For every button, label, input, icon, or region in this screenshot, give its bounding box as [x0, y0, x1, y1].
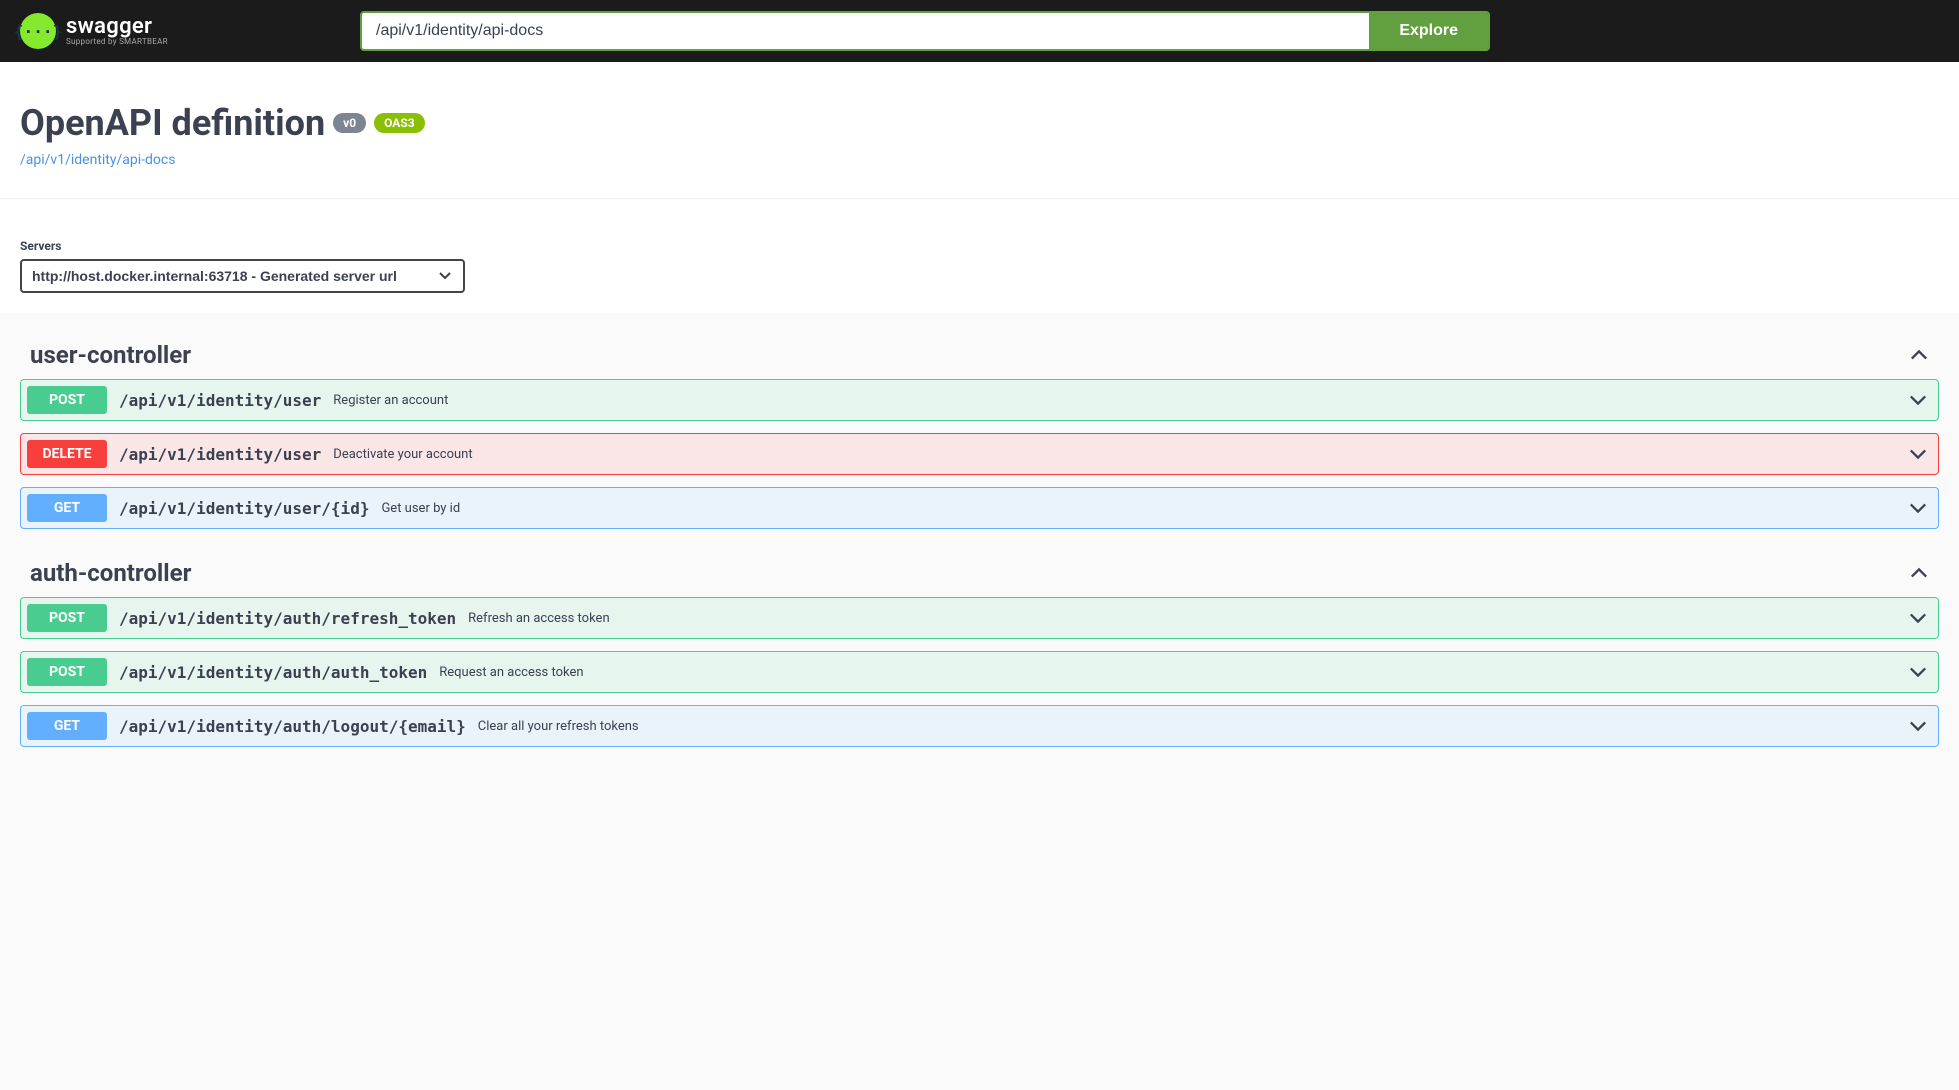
tag-name: user-controller — [30, 341, 191, 369]
oas-badge: OAS3 — [374, 113, 425, 133]
chevron-down-icon — [1908, 498, 1928, 518]
operation-summary[interactable]: DELETE/api/v1/identity/user Deactivate yo… — [21, 434, 1938, 474]
servers-block: Servers http://host.docker.internal:6371… — [0, 199, 1959, 313]
info-section: OpenAPI definition v0 OAS3 /api/v1/ident… — [0, 62, 1959, 199]
operation-description: Get user by id — [381, 501, 460, 516]
http-method-badge: POST — [27, 386, 107, 414]
logo-text-main: swagger — [66, 15, 168, 38]
http-method-badge: GET — [27, 494, 107, 522]
topbar: {···} swagger Supported by SMARTBEAR Exp… — [0, 0, 1959, 62]
operation-block: POST/api/v1/identity/auth/refresh_token R… — [20, 597, 1939, 639]
explore-form: Explore — [360, 11, 1490, 51]
chevron-up-icon — [1909, 563, 1929, 583]
chevron-down-icon — [1908, 608, 1928, 628]
operation-block: GET/api/v1/identity/auth/logout/{email} C… — [20, 705, 1939, 747]
operation-description: Register an account — [333, 393, 448, 408]
operation-path: /api/v1/identity/user/{id} — [119, 499, 369, 518]
tag-name: auth-controller — [30, 559, 191, 587]
operation-description: Request an access token — [439, 665, 583, 680]
operation-block: DELETE/api/v1/identity/user Deactivate yo… — [20, 433, 1939, 475]
servers-label: Servers — [20, 239, 1939, 253]
operation-summary[interactable]: GET/api/v1/identity/user/{id} Get user by… — [21, 488, 1938, 528]
operation-block: POST/api/v1/identity/user Register an acc… — [20, 379, 1939, 421]
operation-summary[interactable]: GET/api/v1/identity/auth/logout/{email} C… — [21, 706, 1938, 746]
http-method-badge: POST — [27, 658, 107, 686]
http-method-badge: POST — [27, 604, 107, 632]
operation-description: Clear all your refresh tokens — [478, 719, 639, 734]
swagger-logo-icon: {···} — [20, 13, 56, 49]
operation-summary[interactable]: POST/api/v1/identity/auth/refresh_token R… — [21, 598, 1938, 638]
server-select[interactable]: http://host.docker.internal:63718 - Gene… — [20, 259, 465, 293]
explore-button[interactable]: Explore — [1369, 13, 1488, 49]
spec-link[interactable]: /api/v1/identity/api-docs — [20, 152, 1939, 168]
operation-path: /api/v1/identity/user — [119, 391, 321, 410]
spec-url-input[interactable] — [362, 13, 1369, 49]
operation-description: Refresh an access token — [468, 611, 609, 626]
http-method-badge: GET — [27, 712, 107, 740]
chevron-up-icon — [1909, 345, 1929, 365]
operation-block: GET/api/v1/identity/user/{id} Get user by… — [20, 487, 1939, 529]
logo-text: swagger Supported by SMARTBEAR — [66, 15, 168, 46]
chevron-down-icon — [1908, 716, 1928, 736]
chevron-down-icon — [1908, 390, 1928, 410]
chevron-down-icon — [1908, 662, 1928, 682]
http-method-badge: DELETE — [27, 440, 107, 468]
operation-path: /api/v1/identity/auth/logout/{email} — [119, 717, 466, 736]
tag-header[interactable]: user-controller — [20, 323, 1939, 379]
operation-path: /api/v1/identity/auth/refresh_token — [119, 609, 456, 628]
api-title: OpenAPI definition — [20, 102, 325, 144]
logo-text-sub: Supported by SMARTBEAR — [66, 38, 168, 46]
operation-description: Deactivate your account — [333, 447, 472, 462]
logo[interactable]: {···} swagger Supported by SMARTBEAR — [20, 13, 320, 49]
operations: user-controller POST/api/v1/identity/user… — [0, 313, 1959, 799]
operation-block: POST/api/v1/identity/auth/auth_token Requ… — [20, 651, 1939, 693]
version-badge: v0 — [333, 113, 366, 133]
operation-path: /api/v1/identity/user — [119, 445, 321, 464]
chevron-down-icon — [1908, 444, 1928, 464]
operation-summary[interactable]: POST/api/v1/identity/auth/auth_token Requ… — [21, 652, 1938, 692]
tag-header[interactable]: auth-controller — [20, 541, 1939, 597]
operation-summary[interactable]: POST/api/v1/identity/user Register an acc… — [21, 380, 1938, 420]
operation-path: /api/v1/identity/auth/auth_token — [119, 663, 427, 682]
